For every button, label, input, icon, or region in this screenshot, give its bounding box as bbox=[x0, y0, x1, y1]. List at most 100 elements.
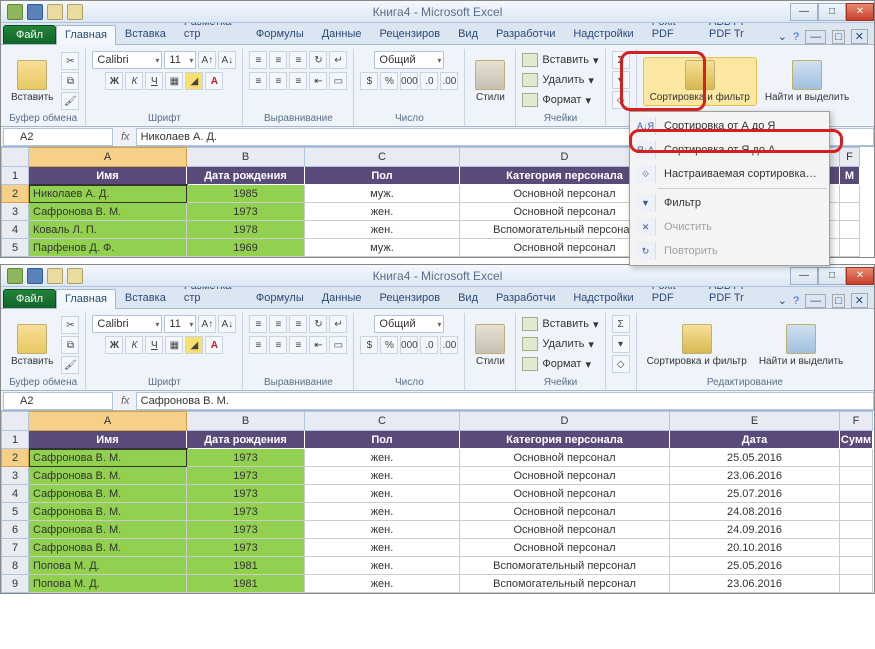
comma-icon[interactable]: 000 bbox=[400, 72, 418, 90]
align-middle-icon[interactable]: ≡ bbox=[269, 51, 287, 69]
grow-font-icon[interactable]: A↑ bbox=[198, 51, 216, 69]
cell[interactable]: Николаев А. Д. bbox=[29, 185, 187, 203]
row-header[interactable]: 1 bbox=[1, 167, 29, 185]
cell[interactable]: 1973 bbox=[187, 467, 305, 485]
sort-filter-button[interactable]: Сортировка и фильтр bbox=[643, 57, 757, 106]
format-painter-icon[interactable]: 🖌 bbox=[61, 92, 79, 110]
number-format-combo[interactable]: Общий bbox=[374, 315, 444, 333]
cell[interactable]: жен. bbox=[305, 539, 460, 557]
tab-данные[interactable]: Данные bbox=[313, 24, 371, 44]
cut-icon[interactable]: ✂ bbox=[61, 316, 79, 334]
row-header[interactable]: 3 bbox=[1, 467, 29, 485]
col-header[interactable]: E bbox=[670, 411, 840, 431]
cell[interactable]: Основной персонал bbox=[460, 521, 670, 539]
shrink-font-icon[interactable]: A↓ bbox=[218, 315, 236, 333]
table-header-cell[interactable]: Сумм bbox=[840, 431, 873, 449]
col-header[interactable]: A bbox=[29, 411, 187, 431]
tab-разработчи[interactable]: Разработчи bbox=[487, 24, 564, 44]
autosum-icon[interactable]: Σ bbox=[612, 315, 630, 333]
name-box[interactable]: A2 bbox=[3, 392, 113, 410]
cell[interactable]: 1978 bbox=[187, 221, 305, 239]
redo-icon[interactable] bbox=[67, 4, 83, 20]
fill-icon[interactable]: ▾ bbox=[612, 335, 630, 353]
save-icon[interactable] bbox=[27, 268, 43, 284]
tab-надстройки[interactable]: Надстройки bbox=[564, 288, 642, 308]
tab-вставка[interactable]: Вставка bbox=[116, 24, 175, 44]
format-painter-icon[interactable]: 🖌 bbox=[61, 356, 79, 374]
cell[interactable]: жен. bbox=[305, 521, 460, 539]
table-header-cell[interactable]: Пол bbox=[305, 167, 460, 185]
merge-icon[interactable]: ▭ bbox=[329, 72, 347, 90]
cell[interactable]: 1969 bbox=[187, 239, 305, 257]
cell[interactable]: жен. bbox=[305, 449, 460, 467]
cell[interactable]: Основной персонал bbox=[460, 503, 670, 521]
fill-color-icon[interactable]: ◢ bbox=[185, 336, 203, 354]
cell[interactable] bbox=[840, 521, 873, 539]
italic-button[interactable]: К bbox=[125, 72, 143, 90]
underline-button[interactable]: Ч bbox=[145, 336, 163, 354]
name-box[interactable]: A2 bbox=[3, 128, 113, 146]
win-restore-icon[interactable]: □ bbox=[832, 294, 845, 308]
undo-icon[interactable] bbox=[47, 4, 63, 20]
win-restore-icon[interactable]: □ bbox=[832, 30, 845, 44]
shrink-font-icon[interactable]: A↓ bbox=[218, 51, 236, 69]
paste-button[interactable]: Вставить bbox=[7, 322, 57, 369]
tab-разработчи[interactable]: Разработчи bbox=[487, 288, 564, 308]
tab-главная[interactable]: Главная bbox=[56, 289, 116, 309]
table-header-cell[interactable]: Имя bbox=[29, 431, 187, 449]
cell[interactable]: 1973 bbox=[187, 521, 305, 539]
number-format-combo[interactable]: Общий bbox=[374, 51, 444, 69]
cell[interactable] bbox=[840, 575, 873, 593]
select-all[interactable] bbox=[1, 147, 29, 167]
table-header-cell[interactable]: Пол bbox=[305, 431, 460, 449]
italic-button[interactable]: К bbox=[125, 336, 143, 354]
tab-вид[interactable]: Вид bbox=[449, 24, 487, 44]
cell[interactable]: муж. bbox=[305, 185, 460, 203]
tab-рецензиров[interactable]: Рецензиров bbox=[370, 288, 449, 308]
styles-button[interactable]: Стили bbox=[471, 58, 509, 105]
cell[interactable]: Сафронова В. М. bbox=[29, 539, 187, 557]
font-color-icon[interactable]: A bbox=[205, 336, 223, 354]
cell[interactable] bbox=[840, 557, 873, 575]
close-button[interactable]: ✕ bbox=[846, 3, 874, 21]
font-color-icon[interactable]: A bbox=[205, 72, 223, 90]
cell[interactable]: 1973 bbox=[187, 503, 305, 521]
cell[interactable]: Коваль Л. П. bbox=[29, 221, 187, 239]
sort-za-item[interactable]: Я↓AСортировка от Я до А bbox=[632, 138, 827, 162]
minimize-ribbon-icon[interactable]: ⌄ bbox=[778, 30, 787, 43]
cell[interactable]: Основной персонал bbox=[460, 485, 670, 503]
underline-button[interactable]: Ч bbox=[145, 72, 163, 90]
cell[interactable]: 1981 bbox=[187, 575, 305, 593]
win-minimize-icon[interactable]: — bbox=[805, 294, 826, 308]
tab-надстройки[interactable]: Надстройки bbox=[564, 24, 642, 44]
win-minimize-icon[interactable]: — bbox=[805, 30, 826, 44]
col-header[interactable]: B bbox=[187, 411, 305, 431]
formula-input[interactable]: Сафронова В. М. bbox=[136, 392, 874, 410]
cell[interactable]: 25.05.2016 bbox=[670, 449, 840, 467]
cell[interactable]: Основной персонал bbox=[460, 467, 670, 485]
table-header-cell[interactable]: Категория персонала bbox=[460, 431, 670, 449]
excel-icon[interactable] bbox=[7, 4, 23, 20]
percent-icon[interactable]: % bbox=[380, 72, 398, 90]
align-center-icon[interactable]: ≡ bbox=[269, 72, 287, 90]
cell[interactable]: 25.05.2016 bbox=[670, 557, 840, 575]
cell[interactable]: Вспомогательный персонал bbox=[460, 575, 670, 593]
cell[interactable]: 1981 bbox=[187, 557, 305, 575]
cell[interactable]: Парфенов Д. Ф. bbox=[29, 239, 187, 257]
cell[interactable]: 25.07.2016 bbox=[670, 485, 840, 503]
cell[interactable] bbox=[840, 539, 873, 557]
file-tab[interactable]: Файл bbox=[3, 25, 56, 44]
bold-button[interactable]: Ж bbox=[105, 336, 123, 354]
cell[interactable]: 20.10.2016 bbox=[670, 539, 840, 557]
table-header-cell[interactable]: Дата bbox=[670, 431, 840, 449]
clear-icon[interactable]: ◇ bbox=[612, 91, 630, 109]
tab-вид[interactable]: Вид bbox=[449, 288, 487, 308]
cell[interactable]: жен. bbox=[305, 203, 460, 221]
delete-cells-button[interactable]: Удалить ▾ bbox=[522, 71, 594, 89]
cell[interactable]: Сафронова В. М. bbox=[29, 521, 187, 539]
excel-icon[interactable] bbox=[7, 268, 23, 284]
inc-decimal-icon[interactable]: .0 bbox=[420, 72, 438, 90]
wrap-text-icon[interactable]: ↵ bbox=[329, 51, 347, 69]
row-header[interactable]: 1 bbox=[1, 431, 29, 449]
maximize-button[interactable]: □ bbox=[818, 267, 846, 285]
